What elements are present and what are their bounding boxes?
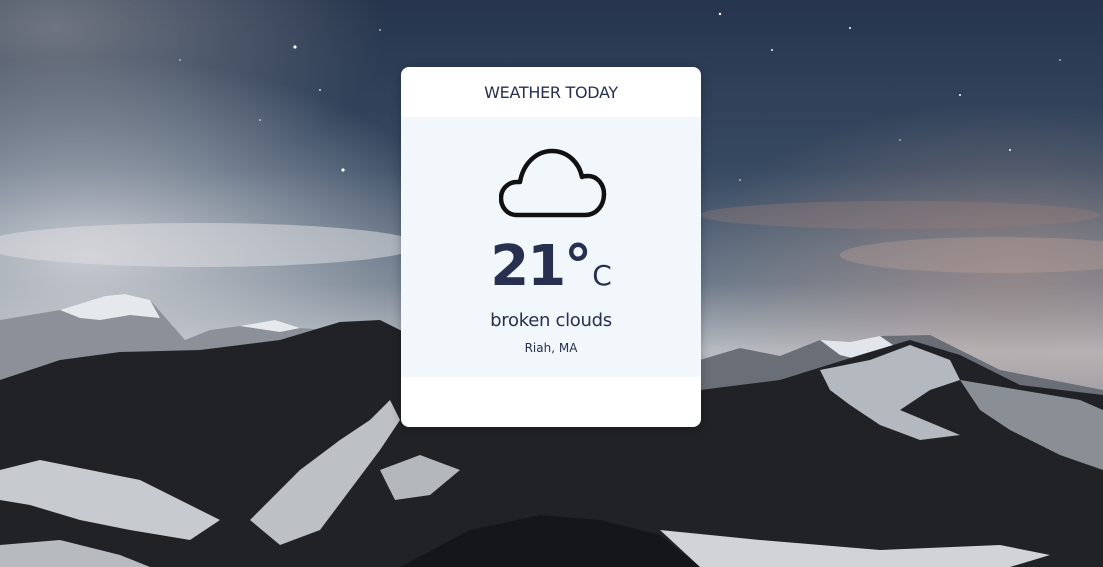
- card-title: WEATHER TODAY: [484, 82, 618, 102]
- weather-condition: broken clouds: [490, 310, 612, 331]
- weather-panel: 21° C broken clouds Riah, MA: [401, 117, 701, 377]
- temperature-display: 21° C: [401, 239, 701, 295]
- cloud-icon: [498, 147, 607, 219]
- temperature-value: 21°: [490, 234, 592, 299]
- temperature-unit: C: [592, 259, 612, 292]
- card-header: WEATHER TODAY: [401, 67, 701, 117]
- location-label: Riah, MA: [524, 341, 578, 355]
- weather-card: WEATHER TODAY 21° C broken clouds Riah, …: [401, 67, 701, 427]
